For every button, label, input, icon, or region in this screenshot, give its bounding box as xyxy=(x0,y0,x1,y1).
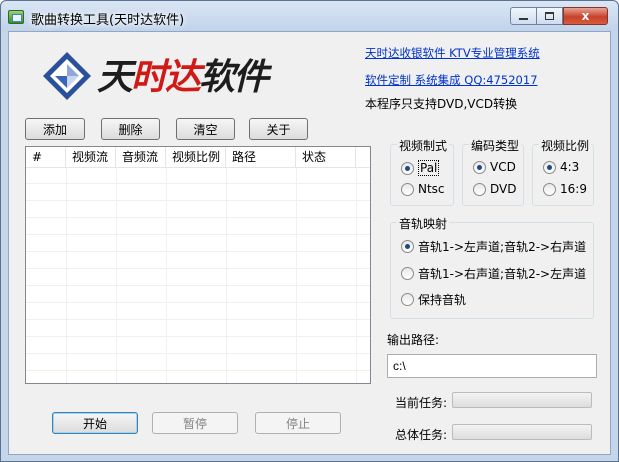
list-row-line xyxy=(26,355,370,371)
list-row-line xyxy=(26,287,370,303)
list-row-line xyxy=(26,321,370,337)
list-row-line xyxy=(26,202,370,218)
company-link[interactable]: 天时达收银软件 KTV专业管理系统 xyxy=(365,45,540,61)
start-button[interactable]: 开始 xyxy=(52,412,138,434)
column-header-aspect[interactable]: 视频比例 xyxy=(166,147,226,168)
radio-keep-track-label: 保持音轨 xyxy=(418,293,467,307)
total-task-label: 总体任务: xyxy=(395,428,448,442)
list-row-line xyxy=(26,270,370,286)
minimize-button[interactable] xyxy=(510,7,537,25)
minimize-icon xyxy=(519,18,528,20)
add-button[interactable]: 添加 xyxy=(25,118,85,140)
column-header-index[interactable]: # xyxy=(26,147,66,168)
list-row-line xyxy=(26,338,370,354)
audio-map-label: 音轨映射 xyxy=(397,215,450,232)
logo-wordmark: 天时达软件 xyxy=(97,56,269,98)
radio-dvd-label: DVD xyxy=(490,182,517,196)
main-panel: 天时达软件 天时达收银软件 KTV专业管理系统 软件定制 系统集成 QQ:475… xyxy=(8,31,611,455)
output-path-input[interactable] xyxy=(387,354,597,378)
audio-map-group: 音轨映射 音轨1->左声道;音轨2->右声道 音轨1->右声道;音轨2->左声道… xyxy=(390,215,594,319)
radio-4-3[interactable]: 4:3 xyxy=(543,160,579,174)
radio-dvd-button[interactable] xyxy=(473,182,486,196)
column-header-audio[interactable]: 音频流 xyxy=(116,147,166,168)
delete-button[interactable]: 删除 xyxy=(101,118,160,140)
column-header-video[interactable]: 视频流 xyxy=(66,147,116,168)
close-button[interactable]: x xyxy=(563,7,608,25)
list-row-line xyxy=(26,185,370,201)
list-row-line xyxy=(26,372,370,388)
pause-button[interactable]: 暂停 xyxy=(152,412,238,434)
custom-software-link[interactable]: 软件定制 系统集成 QQ:4752017 xyxy=(365,72,538,88)
column-header-status[interactable]: 状态 xyxy=(296,147,356,168)
radio-track-left-right-label: 音轨1->左声道;音轨2->右声道 xyxy=(418,240,587,254)
radio-pal-label: Pal xyxy=(418,160,440,176)
current-task-progress xyxy=(452,392,592,408)
title-bar[interactable]: 歌曲转换工具(天时达软件) x xyxy=(1,1,618,31)
radio-ntsc-label: Ntsc xyxy=(418,182,445,196)
app-icon xyxy=(8,10,24,24)
song-list[interactable]: # 视频流 音频流 视频比例 路径 状态 xyxy=(25,146,371,388)
logo-cube-icon xyxy=(43,52,91,100)
video-format-label: 视频制式 xyxy=(397,137,450,154)
radio-4-3-button[interactable] xyxy=(543,160,556,174)
encode-type-group: 编码类型 VCD DVD xyxy=(462,137,524,206)
radio-ntsc[interactable]: Ntsc xyxy=(401,182,445,196)
list-header: # 视频流 音频流 视频比例 路径 状态 xyxy=(26,147,370,168)
maximize-button[interactable] xyxy=(537,7,563,25)
radio-vcd[interactable]: VCD xyxy=(473,160,516,174)
current-task-label: 当前任务: xyxy=(395,396,448,410)
about-button[interactable]: 关于 xyxy=(249,118,308,140)
output-path-label: 输出路径: xyxy=(387,333,440,347)
radio-keep-track-button[interactable] xyxy=(401,293,414,306)
radio-track-left-right-button[interactable] xyxy=(401,240,414,253)
close-icon: x xyxy=(581,9,590,23)
radio-16-9[interactable]: 16:9 xyxy=(543,182,587,196)
list-row-line xyxy=(26,219,370,235)
radio-track-right-left-label: 音轨1->右声道;音轨2->左声道 xyxy=(418,267,587,281)
radio-16-9-label: 16:9 xyxy=(560,182,587,196)
radio-16-9-button[interactable] xyxy=(543,182,556,196)
aspect-ratio-label: 视频比例 xyxy=(539,137,592,154)
radio-keep-track[interactable]: 保持音轨 xyxy=(401,291,466,308)
app-window: 歌曲转换工具(天时达软件) x 天时达软件 天时达收银软件 KTV专业管理系统 … xyxy=(0,0,619,462)
list-row-line xyxy=(26,304,370,320)
list-row-line xyxy=(26,236,370,252)
radio-track-right-left[interactable]: 音轨1->右声道;音轨2->左声道 xyxy=(401,265,586,282)
aspect-ratio-group: 视频比例 4:3 16:9 xyxy=(532,137,594,206)
list-row-line xyxy=(26,253,370,269)
maximize-icon xyxy=(545,12,554,20)
radio-track-left-right[interactable]: 音轨1->左声道;音轨2->右声道 xyxy=(401,238,586,255)
column-header-path[interactable]: 路径 xyxy=(226,147,296,168)
stop-button[interactable]: 停止 xyxy=(255,412,341,434)
radio-pal-button[interactable] xyxy=(401,161,414,175)
radio-4-3-label: 4:3 xyxy=(560,160,580,174)
radio-ntsc-button[interactable] xyxy=(401,182,414,196)
list-row-line xyxy=(26,168,370,184)
window-title: 歌曲转换工具(天时达软件) xyxy=(31,13,185,28)
encode-type-label: 编码类型 xyxy=(469,137,522,154)
radio-pal[interactable]: Pal xyxy=(401,160,440,176)
video-format-group: 视频制式 Pal Ntsc xyxy=(390,137,454,206)
radio-vcd-label: VCD xyxy=(490,160,516,174)
clear-button[interactable]: 清空 xyxy=(176,118,235,140)
support-notice: 本程序只支持DVD,VCD转换 xyxy=(365,97,518,111)
total-task-progress xyxy=(452,424,592,440)
radio-vcd-button[interactable] xyxy=(473,160,486,174)
radio-dvd[interactable]: DVD xyxy=(473,182,516,196)
radio-track-right-left-button[interactable] xyxy=(401,267,414,280)
